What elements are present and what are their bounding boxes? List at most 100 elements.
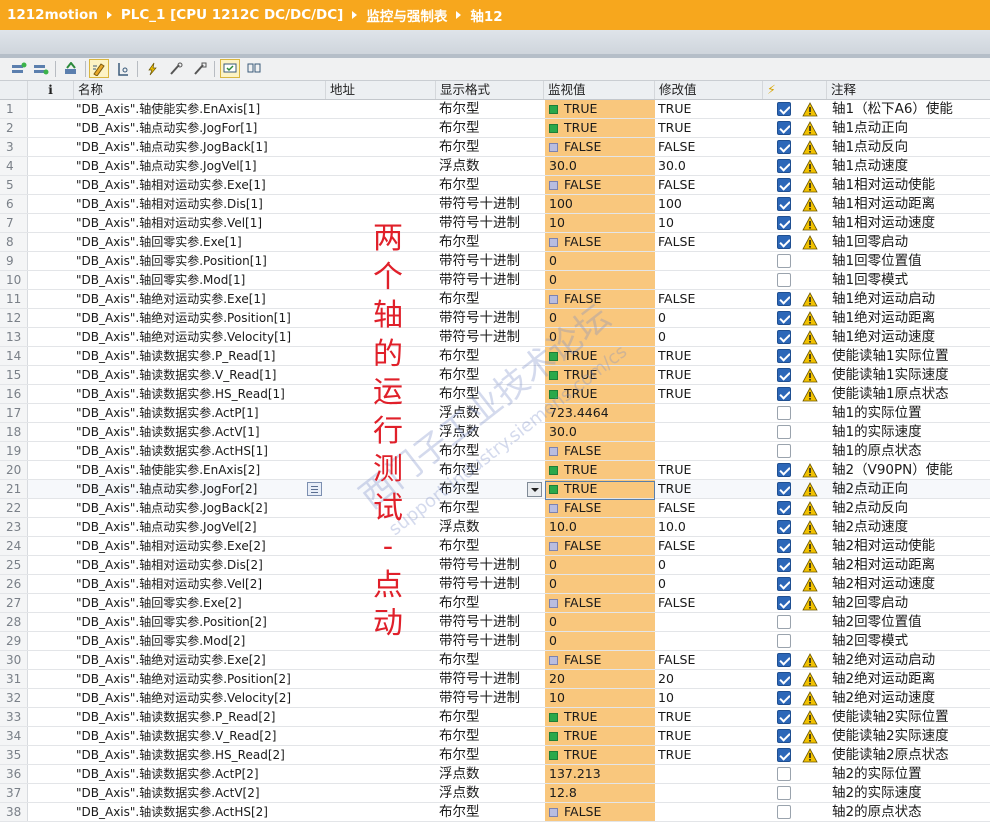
comment-cell[interactable]: 轴2绝对运动速度: [832, 689, 990, 707]
table-row[interactable]: 5 "DB_Axis".轴相对运动实参.Exe[1] 布尔型 FALSE FALSE 轴1…: [0, 176, 990, 195]
table-row[interactable]: 11 "DB_Axis".轴绝对运动实参.Exe[1] 布尔型 FALSE FALSE 轴…: [0, 290, 990, 309]
comment-cell[interactable]: 轴2的原点状态: [832, 803, 990, 821]
tag-name-cell[interactable]: "DB_Axis".轴读数据实参.ActV[1]: [76, 423, 326, 441]
breadcrumb-project[interactable]: 1212motion: [7, 7, 98, 23]
modify-value-cell[interactable]: FALSE: [658, 499, 763, 517]
tag-name-cell[interactable]: "DB_Axis".轴回零实参.Position[1]: [76, 252, 326, 270]
display-format-cell[interactable]: 带符号十进制: [439, 632, 544, 650]
tag-name-cell[interactable]: "DB_Axis".轴相对运动实参.Exe[1]: [76, 176, 326, 194]
modify-enable-checkbox[interactable]: [777, 748, 791, 762]
display-format-cell[interactable]: 带符号十进制: [439, 195, 544, 213]
tag-name-cell[interactable]: "DB_Axis".轴回零实参.Mod[1]: [76, 271, 326, 289]
display-format-cell[interactable]: 浮点数: [439, 765, 544, 783]
modify-value-cell[interactable]: 0: [658, 556, 763, 574]
comment-cell[interactable]: 轴2回零启动: [832, 594, 990, 612]
comment-cell[interactable]: 使能读轴2原点状态: [832, 746, 990, 764]
modify-enable-checkbox[interactable]: [777, 520, 791, 534]
tag-name-cell[interactable]: "DB_Axis".轴读数据实参.ActV[2]: [76, 784, 326, 802]
modify-value-cell[interactable]: FALSE: [658, 651, 763, 669]
comment-cell[interactable]: 轴1的实际速度: [832, 423, 990, 441]
modify-enable-checkbox[interactable]: [777, 178, 791, 192]
modify-enable-checkbox[interactable]: [777, 273, 791, 287]
display-format-cell[interactable]: 浮点数: [439, 157, 544, 175]
table-row[interactable]: 12 "DB_Axis".轴绝对运动实参.Position[1] 带符号十进制 0 0 轴…: [0, 309, 990, 328]
tag-name-cell[interactable]: "DB_Axis".轴使能实参.EnAxis[1]: [76, 100, 326, 118]
display-format-cell[interactable]: 布尔型: [439, 290, 544, 308]
tag-name-cell[interactable]: "DB_Axis".轴点动实参.JogVel[2]: [76, 518, 326, 536]
modify-value-cell[interactable]: TRUE: [658, 347, 763, 365]
display-format-cell[interactable]: 布尔型: [439, 537, 544, 555]
tag-name-cell[interactable]: "DB_Axis".轴点动实参.JogBack[2]: [76, 499, 326, 517]
modify-value-cell[interactable]: 10: [658, 214, 763, 232]
tag-name-cell[interactable]: "DB_Axis".轴点动实参.JogBack[1]: [76, 138, 326, 156]
modify-enable-checkbox[interactable]: [777, 349, 791, 363]
table-row[interactable]: 4 "DB_Axis".轴点动实参.JogVel[1] 浮点数 30.0 30.0 轴1点…: [0, 157, 990, 176]
comment-cell[interactable]: 轴1相对运动使能: [832, 176, 990, 194]
comment-cell[interactable]: 轴1相对运动距离: [832, 195, 990, 213]
modify-enable-checkbox[interactable]: [777, 406, 791, 420]
comment-cell[interactable]: 轴2回零位置值: [832, 613, 990, 631]
display-format-cell[interactable]: 浮点数: [439, 784, 544, 802]
display-format-cell[interactable]: 带符号十进制: [439, 271, 544, 289]
modify-value-cell[interactable]: TRUE: [658, 366, 763, 384]
modify-value-cell[interactable]: FALSE: [658, 233, 763, 251]
tag-name-cell[interactable]: "DB_Axis".轴回零实参.Exe[1]: [76, 233, 326, 251]
modify-enable-checkbox[interactable]: [777, 767, 791, 781]
display-format-cell[interactable]: 带符号十进制: [439, 613, 544, 631]
modify-enable-checkbox[interactable]: [777, 444, 791, 458]
enable-peripheral-icon[interactable]: [190, 59, 210, 78]
modify-value-cell[interactable]: TRUE: [658, 100, 763, 118]
tag-name-cell[interactable]: "DB_Axis".轴读数据实参.HS_Read[2]: [76, 746, 326, 764]
display-format-cell[interactable]: 布尔型: [439, 499, 544, 517]
modify-value-cell[interactable]: FALSE: [658, 290, 763, 308]
tag-name-cell[interactable]: "DB_Axis".轴读数据实参.HS_Read[1]: [76, 385, 326, 403]
modify-value-cell[interactable]: TRUE: [658, 727, 763, 745]
modify-enable-checkbox[interactable]: [777, 729, 791, 743]
display-format-cell[interactable]: 带符号十进制: [439, 689, 544, 707]
table-row[interactable]: 27 "DB_Axis".轴回零实参.Exe[2] 布尔型 FALSE FALSE 轴2回…: [0, 594, 990, 613]
comment-cell[interactable]: 轴2绝对运动距离: [832, 670, 990, 688]
comment-cell[interactable]: 轴2的实际位置: [832, 765, 990, 783]
display-format-cell[interactable]: 带符号十进制: [439, 556, 544, 574]
modify-value-cell[interactable]: FALSE: [658, 594, 763, 612]
modify-value-cell[interactable]: [658, 803, 763, 821]
comment-cell[interactable]: 轴1点动正向: [832, 119, 990, 137]
modify-enable-checkbox[interactable]: [777, 710, 791, 724]
comment-cell[interactable]: 使能读轴1原点状态: [832, 385, 990, 403]
comment-cell[interactable]: 轴1回零启动: [832, 233, 990, 251]
header-modify-value[interactable]: 修改值: [655, 81, 763, 99]
tag-name-cell[interactable]: "DB_Axis".轴相对运动实参.Dis[2]: [76, 556, 326, 574]
display-format-cell[interactable]: 带符号十进制: [439, 309, 544, 327]
tag-name-cell[interactable]: "DB_Axis".轴读数据实参.ActHS[2]: [76, 803, 326, 821]
modify-value-cell[interactable]: [658, 765, 763, 783]
header-display-format[interactable]: 显示格式: [436, 81, 544, 99]
modify-enable-checkbox[interactable]: [777, 254, 791, 268]
modify-value-cell[interactable]: [658, 784, 763, 802]
table-row[interactable]: 36 "DB_Axis".轴读数据实参.ActP[2] 浮点数 137.213 轴2的实…: [0, 765, 990, 784]
table-row[interactable]: 8 "DB_Axis".轴回零实参.Exe[1] 布尔型 FALSE FALSE 轴1回零…: [0, 233, 990, 252]
modify-enable-checkbox[interactable]: [777, 672, 791, 686]
tag-name-cell[interactable]: "DB_Axis".轴点动实参.JogFor[1]: [76, 119, 326, 137]
comment-cell[interactable]: 轴1绝对运动距离: [832, 309, 990, 327]
table-row[interactable]: 25 "DB_Axis".轴相对运动实参.Dis[2] 带符号十进制 0 0 轴2相对运动…: [0, 556, 990, 575]
comment-cell[interactable]: 轴1绝对运动启动: [832, 290, 990, 308]
display-format-cell[interactable]: 布尔型: [439, 138, 544, 156]
tag-name-cell[interactable]: "DB_Axis".轴相对运动实参.Dis[1]: [76, 195, 326, 213]
modify-enable-checkbox[interactable]: [777, 482, 791, 496]
display-format-cell[interactable]: 布尔型: [439, 651, 544, 669]
table-row[interactable]: 34 "DB_Axis".轴读数据实参.V_Read[2] 布尔型 TRUE TRUE 使…: [0, 727, 990, 746]
modify-enable-checkbox[interactable]: [777, 311, 791, 325]
table-row[interactable]: 1 "DB_Axis".轴使能实参.EnAxis[1] 布尔型 TRUE TRUE 轴1（…: [0, 100, 990, 119]
modify-value-cell[interactable]: [658, 252, 763, 270]
comment-cell[interactable]: 轴1相对运动速度: [832, 214, 990, 232]
tag-name-cell[interactable]: "DB_Axis".轴回零实参.Mod[2]: [76, 632, 326, 650]
display-format-cell[interactable]: 布尔型: [439, 594, 544, 612]
tag-name-cell[interactable]: "DB_Axis".轴读数据实参.P_Read[1]: [76, 347, 326, 365]
comment-cell[interactable]: 轴1绝对运动速度: [832, 328, 990, 346]
tag-name-cell[interactable]: "DB_Axis".轴读数据实参.ActP[2]: [76, 765, 326, 783]
comment-cell[interactable]: 轴1的实际位置: [832, 404, 990, 422]
address-hint-icon[interactable]: [307, 482, 322, 496]
modify-value-cell[interactable]: TRUE: [658, 480, 763, 498]
display-format-cell[interactable]: 浮点数: [439, 518, 544, 536]
tag-name-cell[interactable]: "DB_Axis".轴读数据实参.V_Read[1]: [76, 366, 326, 384]
